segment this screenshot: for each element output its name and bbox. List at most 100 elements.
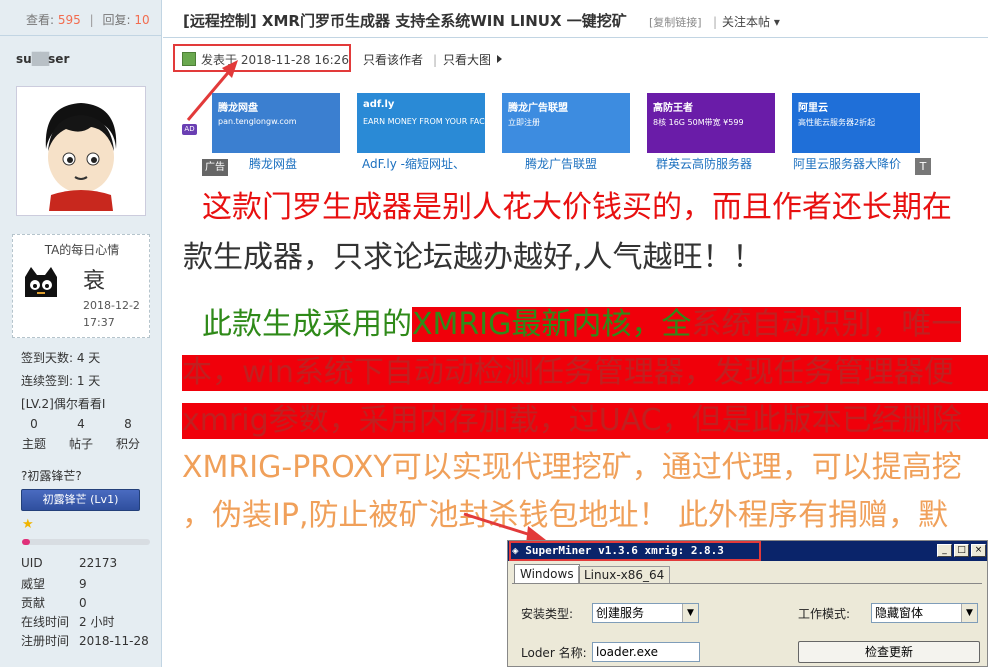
body-line-4: 本，win系统下自动动检测任务管理器，发现任务管理器便 xyxy=(182,355,988,391)
chevron-down-icon: ▾ xyxy=(773,15,780,29)
ad-banner-sub: pan.tenglongw.com xyxy=(218,117,297,126)
checkin-days: 签到天数: 4 天 xyxy=(21,351,101,365)
mood-face-icon xyxy=(25,267,57,297)
expand-arrow-icon[interactable] xyxy=(497,55,502,63)
body-line-7: ，伪装IP,防止被矿池封杀钱包地址！ 此外程序有捐赠，默 xyxy=(182,498,949,533)
link-separator: | xyxy=(433,53,438,67)
ad-icon: AD xyxy=(182,124,197,135)
view-big-images-link[interactable]: | 只看大图 xyxy=(433,51,491,68)
minimize-button[interactable]: _ xyxy=(937,544,952,557)
check-update-button[interactable]: 检查更新 xyxy=(798,641,980,663)
points-label[interactable]: 积分 xyxy=(108,435,148,452)
ad-banner-title: 腾龙网盘 xyxy=(218,103,258,114)
ad-label: 广告 xyxy=(202,159,228,176)
ad-caption[interactable]: 群英云高防服务器 xyxy=(656,155,776,172)
ad-banner-title: adf.ly xyxy=(363,99,395,110)
tab-divider xyxy=(512,583,982,584)
body-line-5: xmrig参数，采用内存加载，过UAC，但是此版本已经删除 xyxy=(182,403,988,439)
ad-banner-tenglong-pan[interactable]: 腾龙网盘 pan.tenglongw.com xyxy=(212,93,340,153)
info-value: 2 小时 xyxy=(79,615,115,629)
work-mode-label: 工作模式: xyxy=(798,607,851,621)
loader-name-input[interactable]: loader.exe xyxy=(592,642,700,662)
author-only-link[interactable]: 只看该作者 xyxy=(363,51,423,68)
info-key: 注册时间 xyxy=(21,634,70,648)
info-uid: UID 22173 xyxy=(21,556,161,570)
rank-progress-bar xyxy=(22,539,150,545)
info-register-time: 注册时间 2018-11-28 xyxy=(21,632,161,649)
stats-separator: | xyxy=(89,13,94,27)
title-highlight-box xyxy=(509,541,761,561)
topic-count[interactable]: 0 xyxy=(14,417,54,431)
copy-link[interactable]: [复制链接] xyxy=(649,14,702,30)
ad-banner-tenglong-ads[interactable]: 腾龙广告联盟 立即注册 xyxy=(502,93,630,153)
info-value: 2018-11-28 xyxy=(79,634,149,648)
ad-caption[interactable]: AdF.ly -缩短网址、 xyxy=(362,155,482,172)
superminer-window: ◈ SuperMiner v1.3.6 xmrig: 2.8.3 _ □ × W… xyxy=(507,540,988,667)
username-suffix: ser xyxy=(48,52,70,66)
post-time-box: 发表于 2018-11-28 16:26 xyxy=(173,44,351,72)
ad-banner-title: 高防王者 xyxy=(653,103,693,114)
ad-caption[interactable]: 阿里云服务器大降价 xyxy=(793,155,913,172)
rank-badge-button[interactable]: 初露锋芒 (Lv1) xyxy=(21,489,140,511)
ad-banner-qunying[interactable]: 高防王者 8核 16G 50M带宽 ¥599 xyxy=(647,93,775,153)
post-count[interactable]: 4 xyxy=(61,417,101,431)
view-count: 595 xyxy=(57,13,81,27)
ad-caption[interactable]: 腾龙网盘 xyxy=(249,155,349,172)
username-link[interactable]: su██ser xyxy=(16,52,69,66)
thread-stats: 查看: 595 | 回复: 10 xyxy=(0,0,162,36)
avatar[interactable] xyxy=(16,86,146,216)
mood-title: TA的每日心情 xyxy=(44,243,120,257)
reply-label: 回复: xyxy=(102,13,131,27)
body-line-3: 此款生成采用的XMRIG最新内核，全系统自动识别，唯一 xyxy=(202,307,962,343)
ad-banner-title: 腾龙广告联盟 xyxy=(508,103,568,114)
username-prefix: su xyxy=(16,52,32,66)
info-value: 0 xyxy=(79,596,87,610)
topic-label[interactable]: 主题 xyxy=(14,435,54,452)
maximize-button[interactable]: □ xyxy=(954,544,969,557)
post-label[interactable]: 帖子 xyxy=(61,435,101,452)
ad-banner-aliyun[interactable]: 阿里云 高性能云服务器2折起 xyxy=(792,93,920,153)
follow-separator: | xyxy=(713,15,718,29)
tab-linux[interactable]: Linux-x86_64 xyxy=(578,566,671,584)
thread-title: [远程控制] XMR门罗币生成器 支持全系统WIN LINUX 一键挖矿 xyxy=(183,12,627,30)
online-user-icon xyxy=(182,52,196,66)
info-contribution: 贡献 0 xyxy=(21,594,161,611)
mood-word: 衰 xyxy=(83,269,106,294)
consecutive-checkin: 连续签到: 1 天 xyxy=(21,374,101,388)
avatar-image xyxy=(21,91,141,211)
info-prestige: 威望 9 xyxy=(21,575,161,592)
points-count[interactable]: 8 xyxy=(108,417,148,431)
info-key: UID xyxy=(21,556,43,570)
work-mode-select[interactable]: 隐藏窗体 ▼ xyxy=(871,603,978,623)
ad-banner-sub: 8核 16G 50M带宽 ¥599 xyxy=(653,118,744,127)
follow-thread[interactable]: | 关注本帖 ▾ xyxy=(713,13,780,30)
info-online-time: 在线时间 2 小时 xyxy=(21,613,161,630)
reply-count: 10 xyxy=(134,13,150,27)
body-line-1: 这款门罗生成器是别人花大价钱买的，而且作者还长期在 xyxy=(202,190,952,225)
checkin-level: [LV.2]偶尔看看I xyxy=(21,397,106,411)
star-icon: ★ xyxy=(22,517,34,532)
info-key: 威望 xyxy=(21,577,46,591)
daily-mood-card: TA的每日心情 衰 2018-12-2 17:37 xyxy=(12,234,150,338)
rank-progress-fill xyxy=(22,539,30,545)
ad-banner-adfly[interactable]: adf.ly EARN MONEY FROM YOUR FACEBOOK xyxy=(357,93,485,153)
ad-caption[interactable]: 腾龙广告联盟 xyxy=(525,155,625,172)
info-key: 在线时间 xyxy=(21,615,70,629)
body-line-6: XMRIG-PROXY可以实现代理挖矿，通过代理，可以提高挖 xyxy=(182,450,962,485)
ad-banner-title: 阿里云 xyxy=(798,103,828,114)
tab-windows[interactable]: Windows xyxy=(514,564,580,584)
chevron-down-icon: ▼ xyxy=(961,604,977,622)
chevron-down-icon: ▼ xyxy=(682,604,698,622)
close-button[interactable]: × xyxy=(971,544,986,557)
ad-badge: T xyxy=(915,158,931,175)
info-value: 9 xyxy=(79,577,87,591)
rank-question: ?初露锋芒? xyxy=(21,469,82,483)
body-line-3b: XMRIG最新内核，全 xyxy=(412,307,692,342)
install-type-label: 安装类型: xyxy=(521,607,574,621)
ad-banner-sub: 高性能云服务器2折起 xyxy=(798,118,876,127)
loader-name-label: Loder 名称: xyxy=(521,646,587,660)
username-blurred: ██ xyxy=(31,52,49,66)
body-line-3c: 系统自动识别，唯一 xyxy=(691,307,962,342)
install-type-select[interactable]: 创建服务 ▼ xyxy=(592,603,699,623)
ad-banner-sub: EARN MONEY FROM YOUR FACEBOOK xyxy=(363,117,485,126)
